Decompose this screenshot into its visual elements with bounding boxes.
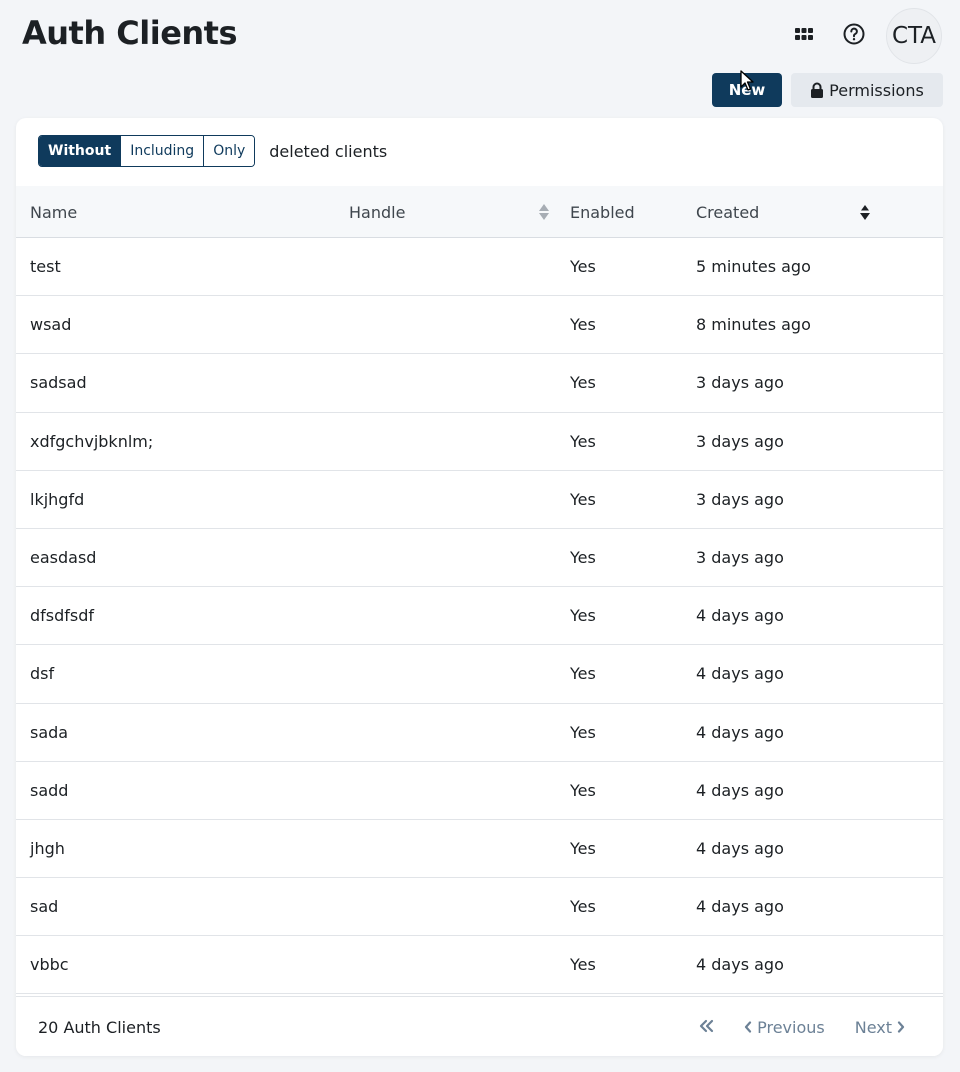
client-enabled-cell: Yes [570, 664, 596, 684]
pagination: Previous Next [698, 997, 905, 1056]
table-row[interactable]: sadsad Yes 3 days ago [16, 354, 943, 413]
client-name-cell: test [30, 257, 61, 276]
client-enabled-cell: Yes [570, 955, 596, 975]
table-row[interactable]: sad Yes 4 days ago [16, 878, 943, 937]
table-footer: 20 Auth Clients Previous Next [16, 996, 943, 1056]
client-name-cell: sad [30, 897, 59, 917]
lock-icon [810, 82, 824, 98]
avatar-initials: CTA [891, 23, 937, 49]
client-name-cell: sadd [30, 780, 69, 800]
table-row[interactable]: sadd Yes 4 days ago [16, 762, 943, 820]
filter-label: deleted clients [269, 141, 388, 161]
filter-only-button[interactable]: Only [204, 136, 255, 166]
double-chevron-left-icon [698, 1018, 714, 1037]
client-enabled-cell: Yes [570, 780, 596, 800]
previous-page-button[interactable]: Previous [744, 1018, 825, 1037]
deleted-filter: Without Including Only deleted clients [38, 135, 387, 167]
auth-clients-card: Without Including Only deleted clients N… [16, 118, 943, 1056]
client-name-cell: dfsdfsdf [30, 606, 95, 626]
client-enabled-cell: Yes [570, 722, 596, 742]
client-created-cell: 5 minutes ago [696, 257, 811, 276]
column-header-created[interactable]: Created [696, 186, 759, 238]
column-header-name[interactable]: Name [30, 186, 77, 238]
client-created-cell: 3 days ago [696, 373, 784, 393]
grid-icon [794, 24, 814, 49]
client-created-cell: 3 days ago [696, 431, 784, 451]
client-enabled-cell: Yes [570, 257, 596, 276]
client-name-cell: jhgh [30, 838, 65, 858]
client-created-cell: 4 days ago [696, 606, 784, 626]
table-header: Name Handle Enabled Created [16, 186, 943, 238]
client-enabled-cell: Yes [570, 489, 596, 509]
table-body: test Yes 5 minutes ago wsad Yes 8 minutes ago… [16, 238, 943, 995]
client-enabled-cell: Yes [570, 547, 596, 567]
client-created-cell: 4 days ago [696, 780, 784, 800]
help-button[interactable] [836, 18, 872, 54]
client-name-cell: wsad [30, 315, 72, 335]
client-created-cell: 8 minutes ago [696, 315, 811, 335]
table-row[interactable]: easdasd Yes 3 days ago [16, 529, 943, 588]
help-circle-icon [842, 22, 866, 51]
client-enabled-cell: Yes [570, 431, 596, 451]
table-row[interactable]: xdfgchvjbknlm; Yes 3 days ago [16, 413, 943, 471]
client-created-cell: 3 days ago [696, 547, 784, 567]
client-name-cell: easdasd [30, 547, 97, 567]
client-name-cell: vbbc [30, 955, 69, 975]
column-header-enabled[interactable]: Enabled [570, 186, 635, 238]
table-row[interactable]: dfsdfsdf Yes 4 days ago [16, 587, 943, 646]
column-header-handle[interactable]: Handle [349, 186, 405, 238]
client-enabled-cell: Yes [570, 838, 596, 858]
client-created-cell: 4 days ago [696, 838, 784, 858]
deleted-filter-toggle: Without Including Only [38, 135, 256, 167]
mouse-cursor-icon [740, 70, 754, 97]
previous-label: Previous [757, 1017, 825, 1037]
client-name-cell: lkjhgfd [30, 489, 85, 509]
table-row[interactable]: dsf Yes 4 days ago [16, 645, 943, 704]
page-header: Auth Clients CTA New Permissions [0, 0, 960, 116]
client-enabled-cell: Yes [570, 897, 596, 917]
user-avatar[interactable]: CTA [886, 8, 942, 64]
client-created-cell: 3 days ago [696, 489, 784, 509]
table-row[interactable]: sada Yes 4 days ago [16, 704, 943, 762]
client-created-cell: 4 days ago [696, 897, 784, 917]
table-row[interactable]: test Yes 5 minutes ago [16, 238, 943, 297]
filter-without-button[interactable]: Without [39, 136, 122, 166]
next-page-button[interactable]: Next [855, 1018, 905, 1037]
client-enabled-cell: Yes [570, 315, 596, 335]
table-row[interactable]: jhgh Yes 4 days ago [16, 820, 943, 879]
first-page-button[interactable] [698, 1018, 714, 1037]
sort-handle-icon[interactable] [538, 186, 550, 238]
client-created-cell: 4 days ago [696, 664, 784, 684]
apps-button[interactable] [786, 18, 822, 54]
client-name-cell: sada [30, 722, 69, 742]
client-created-cell: 4 days ago [696, 955, 784, 975]
page-title: Auth Clients [22, 14, 238, 52]
filter-including-button[interactable]: Including [121, 136, 205, 166]
client-name-cell: sadsad [30, 373, 87, 393]
chevron-left-icon [744, 1021, 752, 1033]
record-count: 20 Auth Clients [38, 1017, 161, 1037]
permissions-button[interactable]: Permissions [791, 73, 943, 107]
client-enabled-cell: Yes [570, 373, 596, 393]
table-row[interactable]: wsad Yes 8 minutes ago [16, 296, 943, 355]
sort-created-descending-icon[interactable] [859, 186, 871, 238]
chevron-right-icon [897, 1021, 905, 1033]
client-created-cell: 4 days ago [696, 722, 784, 742]
table-row[interactable]: vbbc Yes 4 days ago [16, 936, 943, 995]
client-name-cell: xdfgchvjbknlm; [30, 431, 154, 451]
next-label: Next [854, 1017, 892, 1037]
client-enabled-cell: Yes [570, 606, 596, 626]
client-name-cell: dsf [30, 664, 55, 684]
permissions-label: Permissions [829, 80, 924, 100]
table-row[interactable]: lkjhgfd Yes 3 days ago [16, 471, 943, 529]
top-right-icons: CTA [786, 8, 942, 64]
